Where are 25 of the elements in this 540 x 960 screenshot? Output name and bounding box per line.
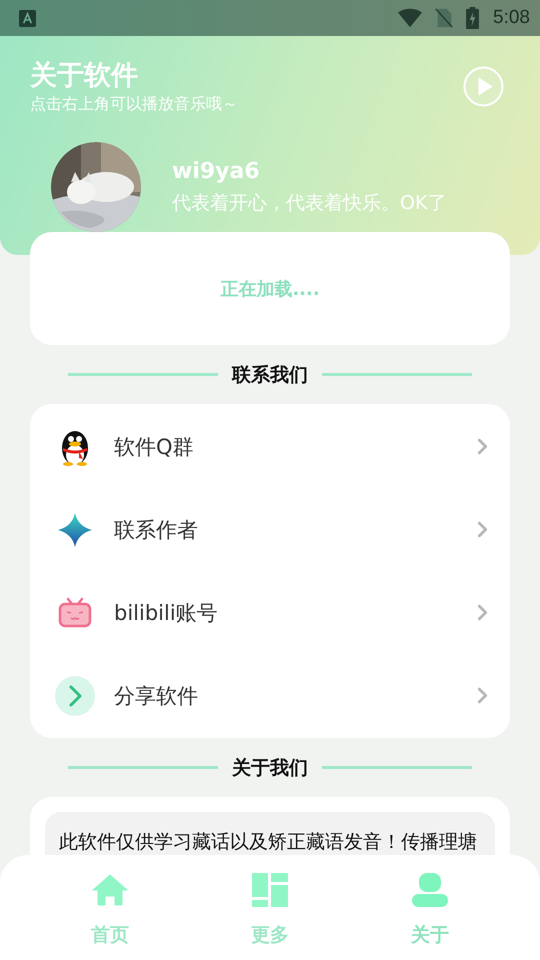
user-name: wi9ya6 (172, 158, 261, 184)
chevron-right-icon (477, 604, 488, 621)
user-motto: 代表着开心，代表着快乐。OK了 (172, 190, 446, 216)
chevron-right-icon (477, 521, 488, 538)
about-text: 此软件仅供学习藏话以及矫正藏语发音！传播理塘 (59, 831, 477, 853)
user-icon (412, 873, 448, 907)
chevron-right-icon (477, 438, 488, 455)
clock-time: 5:08 (493, 7, 530, 29)
contact-item[interactable]: bilibili账号 (30, 571, 510, 654)
home-icon (92, 873, 128, 907)
page-subtitle: 点击右上角可以播放音乐哦～ (30, 94, 239, 114)
play-button-icon[interactable] (463, 66, 504, 106)
contact-item[interactable]: 分享软件 (30, 654, 510, 737)
wifi-icon (398, 8, 422, 28)
dashboard-icon (252, 873, 288, 907)
contact-item[interactable]: 软件Q群 (30, 405, 510, 488)
contact-item[interactable]: 联系作者 (30, 488, 510, 571)
chevron-circle-icon (55, 676, 95, 716)
section-heading: 联系我们 (232, 362, 308, 388)
page-title: 关于软件 (30, 59, 139, 93)
section-heading: 关于我们 (232, 756, 308, 780)
keyboard-icon (19, 10, 36, 26)
battery-icon (466, 7, 480, 29)
loading-text: 正在加载.... (220, 278, 320, 300)
chevron-right-icon (477, 687, 488, 704)
